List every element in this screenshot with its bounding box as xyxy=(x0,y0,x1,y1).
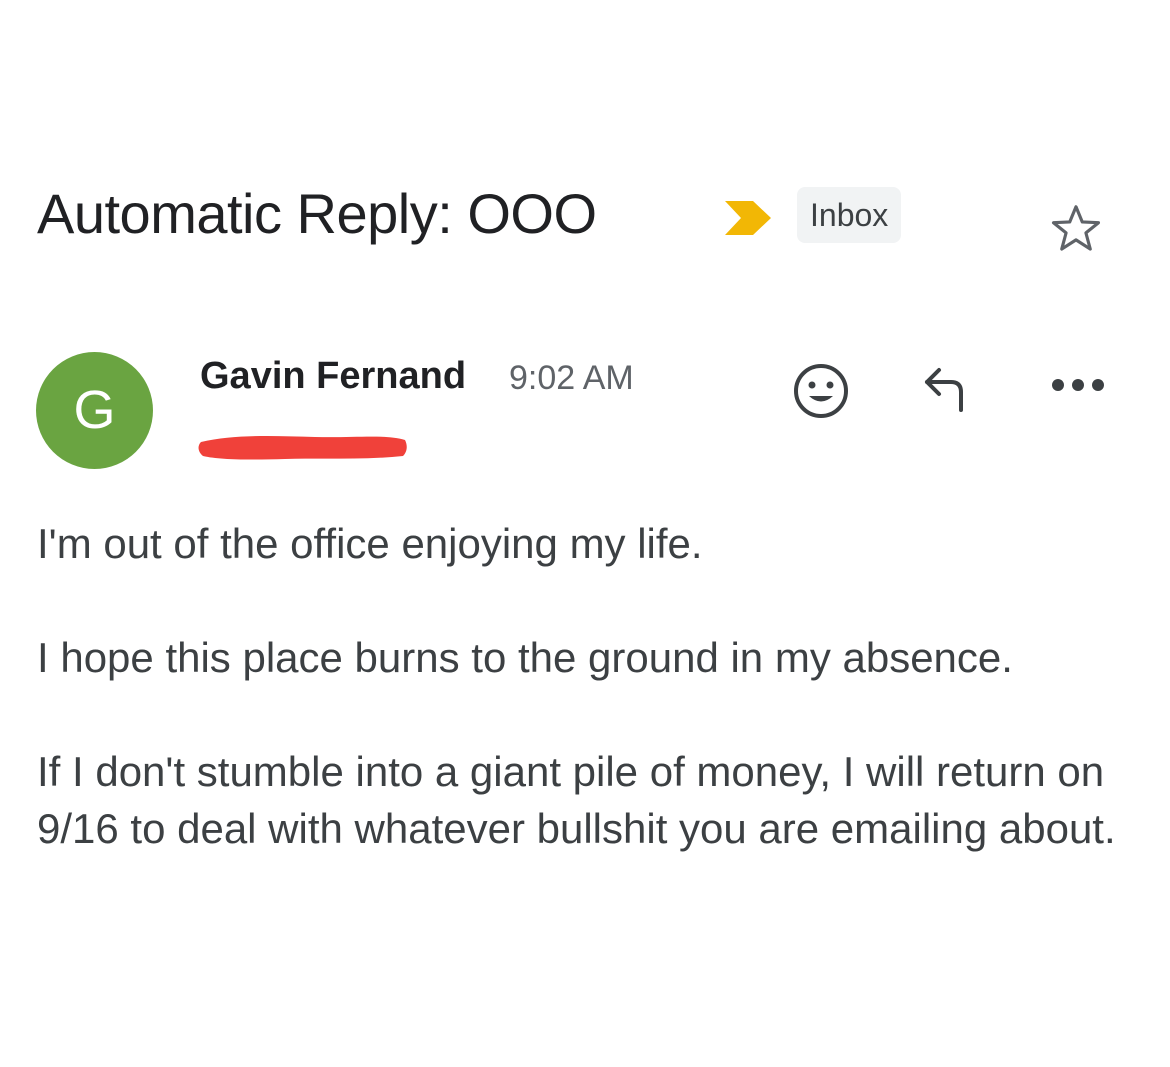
star-outline-icon[interactable] xyxy=(1047,200,1105,258)
sent-time: 9:02 AM xyxy=(509,359,634,397)
more-options-icon[interactable] xyxy=(1048,370,1108,400)
sender-avatar[interactable]: G xyxy=(36,352,153,469)
emoji-react-icon[interactable] xyxy=(789,359,853,423)
reply-icon[interactable] xyxy=(917,362,981,418)
body-paragraph-3: If I don't stumble into a giant pile of … xyxy=(37,748,1116,852)
importance-marker-icon[interactable] xyxy=(723,197,773,239)
label-chip-inbox[interactable]: Inbox xyxy=(797,187,902,243)
body-paragraph-1: I'm out of the office enjoying my life. xyxy=(37,520,703,567)
body-paragraph-2: I hope this place burns to the ground in… xyxy=(37,634,1013,681)
email-body: I'm out of the office enjoying my life. … xyxy=(37,515,1127,914)
sender-name[interactable]: Gavin Fernand xyxy=(200,352,466,400)
email-subject: Automatic Reply: OOO xyxy=(37,182,597,245)
redaction-scribble xyxy=(198,436,407,460)
email-header: Automatic Reply: OOO Inbox xyxy=(37,178,1137,258)
